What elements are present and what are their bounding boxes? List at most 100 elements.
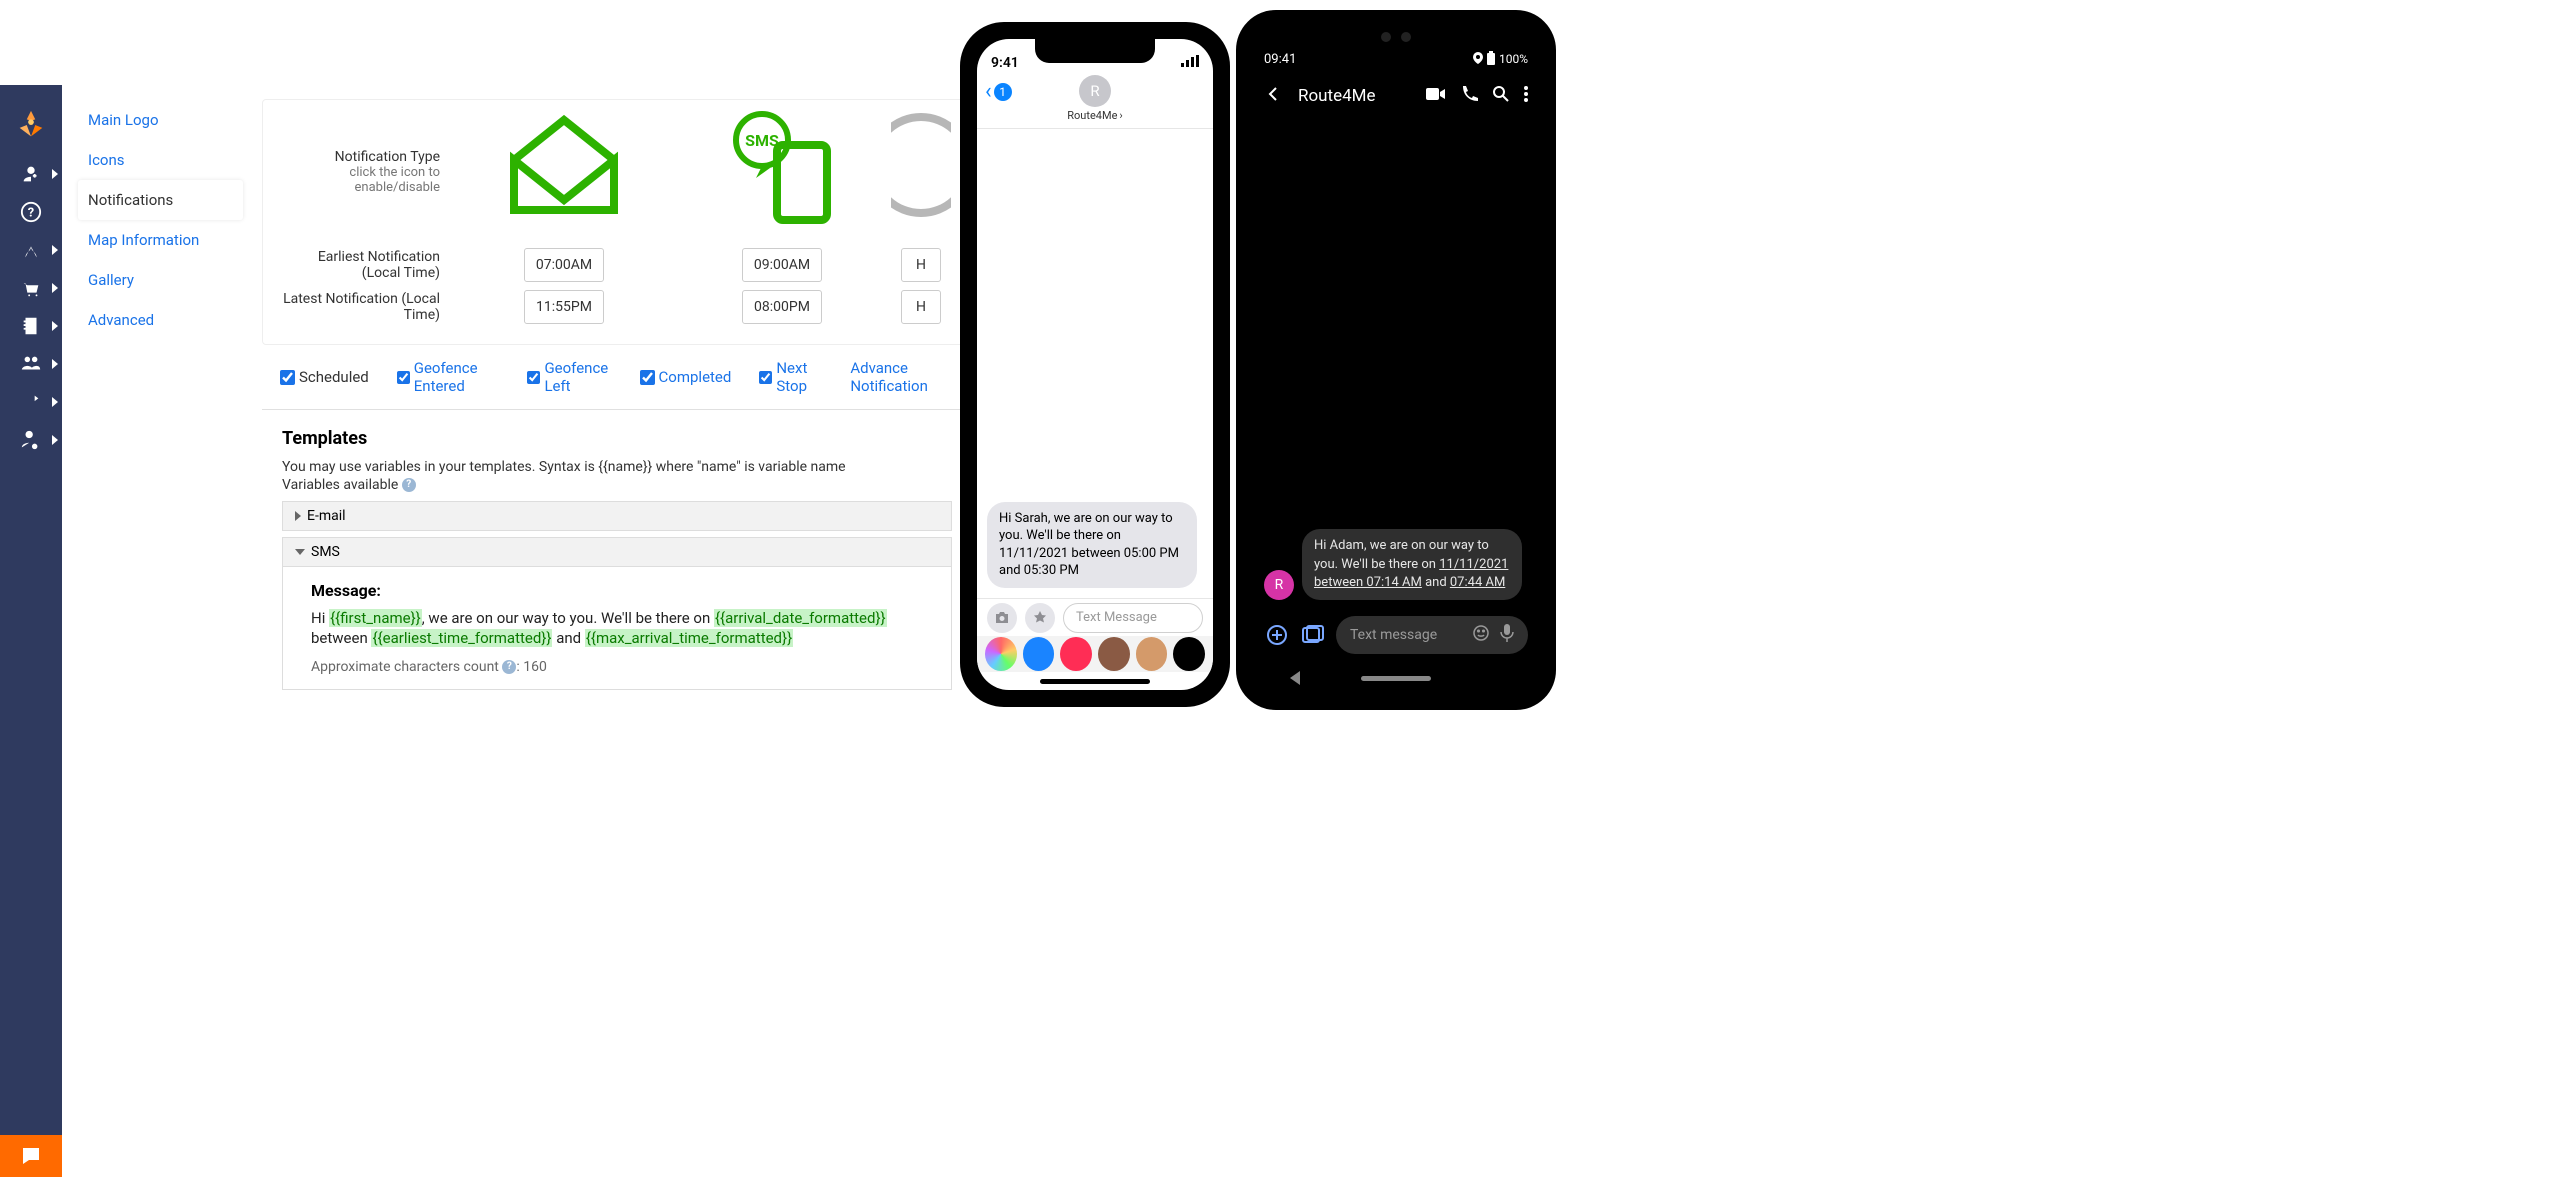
sidebar-item-advanced[interactable]: Advanced (78, 300, 243, 340)
location-icon (1473, 52, 1483, 67)
sidebar-item-gallery[interactable]: Gallery (78, 260, 243, 300)
appstore-icon[interactable] (1025, 603, 1055, 633)
latest-label: Latest Notification (Local Time) (283, 291, 455, 323)
tab-geofence-left[interactable]: Geofence Left (527, 359, 611, 395)
back-arrow-icon[interactable] (1264, 84, 1284, 108)
sms-latest-input[interactable] (742, 290, 822, 324)
sidebar-item-main-logo[interactable]: Main Logo (78, 100, 243, 140)
more-icon[interactable] (1524, 86, 1528, 106)
ios-app-tray (977, 636, 1213, 672)
sms-icon[interactable]: SMS (722, 110, 842, 234)
sidebar-item-notifications[interactable]: Notifications (78, 180, 243, 220)
ios-signal-icon (1181, 55, 1199, 71)
rail-help[interactable]: ? (0, 193, 62, 231)
ios-nav: ‹ 1 R Route4Me› (977, 73, 1213, 129)
search-icon[interactable] (1492, 85, 1510, 107)
ios-contact-avatar[interactable]: R (1079, 75, 1111, 107)
sms-template-body: Message: Hi {{first_name}}, we are on ou… (282, 567, 952, 690)
ios-app-photos[interactable] (985, 637, 1017, 671)
rail-orders[interactable] (0, 269, 62, 307)
android-home[interactable] (1361, 676, 1431, 681)
sms-accordion[interactable]: SMS (282, 537, 952, 567)
app-icon-rail: ? (0, 85, 62, 1177)
rail-addressbook[interactable] (0, 307, 62, 345)
email-latest-input[interactable] (524, 290, 604, 324)
notification-type-sub: click the icon to enable/disable (283, 165, 440, 195)
voice-latest-input[interactable] (901, 290, 941, 324)
add-icon[interactable] (1264, 624, 1290, 646)
sms-earliest-input[interactable] (742, 248, 822, 282)
sms-template-text[interactable]: Hi {{first_name}}, we are on our way to … (311, 608, 923, 649)
battery-pct: 100% (1499, 52, 1528, 66)
settings-sidebar: Main Logo Icons Notifications Map Inform… (78, 100, 243, 340)
ios-app-memoji-1[interactable] (1098, 637, 1130, 671)
voice-icon[interactable] (891, 110, 951, 224)
ios-contact-name[interactable]: Route4Me› (1067, 109, 1122, 122)
chevron-left-icon: ‹ (985, 79, 992, 104)
android-sender-avatar[interactable]: R (1264, 570, 1294, 600)
chevron-right-icon: › (1119, 109, 1122, 122)
ios-app-music[interactable] (1060, 637, 1092, 671)
ios-time: 9:41 (991, 55, 1019, 71)
sidebar-item-map-information[interactable]: Map Information (78, 220, 243, 260)
notification-type-label: Notification Type (283, 149, 440, 165)
ios-app-store[interactable] (1023, 637, 1055, 671)
android-time: 09:41 (1264, 52, 1296, 67)
ios-back-button[interactable]: ‹ 1 (985, 79, 1012, 104)
notification-type-block: Notification Type click the icon to enab… (262, 99, 972, 345)
ios-home-indicator (977, 672, 1213, 690)
tab-scheduled[interactable]: Scheduled (280, 359, 369, 395)
tab-next-stop[interactable]: Next Stop (759, 359, 822, 395)
tab-advance-notification[interactable]: Advance Notification (850, 359, 954, 395)
email-accordion[interactable]: E-mail (282, 501, 952, 531)
rail-user-settings[interactable] (0, 421, 62, 459)
ios-text-input[interactable]: Text Message (1063, 603, 1203, 633)
android-status-bar: 09:41 100% (1250, 44, 1542, 74)
templates-heading: Templates (282, 428, 952, 449)
video-icon[interactable] (1426, 86, 1446, 106)
sidebar-item-icons[interactable]: Icons (78, 140, 243, 180)
svg-text:?: ? (28, 206, 34, 221)
email-icon[interactable] (504, 110, 624, 224)
android-preview: 09:41 100% Route4Me R Hi (1236, 10, 1556, 710)
info-icon[interactable]: ? (402, 478, 416, 492)
emoji-icon[interactable] (1472, 624, 1490, 646)
ios-app-heart[interactable] (1173, 637, 1205, 671)
voice-earliest-input[interactable] (901, 248, 941, 282)
android-message-bubble: Hi Adam, we are on our way to you. We'll… (1302, 529, 1522, 600)
android-toolbar: Route4Me (1250, 74, 1542, 118)
gallery-icon[interactable] (1300, 625, 1326, 645)
rail-routes[interactable] (0, 231, 62, 269)
ios-back-badge: 1 (994, 83, 1012, 101)
tab-completed[interactable]: Completed (640, 359, 732, 395)
android-back[interactable] (1290, 671, 1300, 685)
chevron-down-icon (295, 549, 305, 555)
android-thread-title[interactable]: Route4Me (1298, 86, 1412, 106)
android-thread: R Hi Adam, we are on our way to you. We'… (1250, 118, 1542, 610)
message-label: Message: (311, 581, 923, 600)
iphone-notch (1035, 39, 1155, 63)
earliest-label: Earliest Notification (Local Time) (283, 249, 455, 281)
char-count: Approximate characters count ?: 160 (311, 659, 923, 675)
rail-add-user[interactable] (0, 155, 62, 193)
battery-icon (1487, 51, 1495, 68)
camera-icon[interactable] (987, 603, 1017, 633)
template-tabs: Scheduled Geofence Entered Geofence Left… (262, 345, 972, 410)
android-input-bar: Text message (1250, 610, 1542, 660)
info-icon[interactable]: ? (502, 660, 516, 674)
tab-geofence-entered[interactable]: Geofence Entered (397, 359, 500, 395)
ios-input-bar: Text Message (977, 598, 1213, 636)
android-speaker (1381, 32, 1411, 42)
rail-chat[interactable] (0, 1135, 62, 1177)
android-text-input[interactable]: Text message (1336, 616, 1528, 654)
app-logo[interactable] (0, 95, 62, 155)
rail-analytics[interactable] (0, 383, 62, 421)
email-earliest-input[interactable] (524, 248, 604, 282)
rail-team[interactable] (0, 345, 62, 383)
mic-icon[interactable] (1500, 624, 1514, 646)
phone-icon[interactable] (1460, 85, 1478, 107)
ios-message-bubble: Hi Sarah, we are on our way to you. We'l… (987, 502, 1197, 588)
notifications-panel: Notification Type click the icon to enab… (262, 99, 972, 708)
ios-app-memoji-2[interactable] (1136, 637, 1168, 671)
svg-text:SMS: SMS (745, 131, 779, 150)
